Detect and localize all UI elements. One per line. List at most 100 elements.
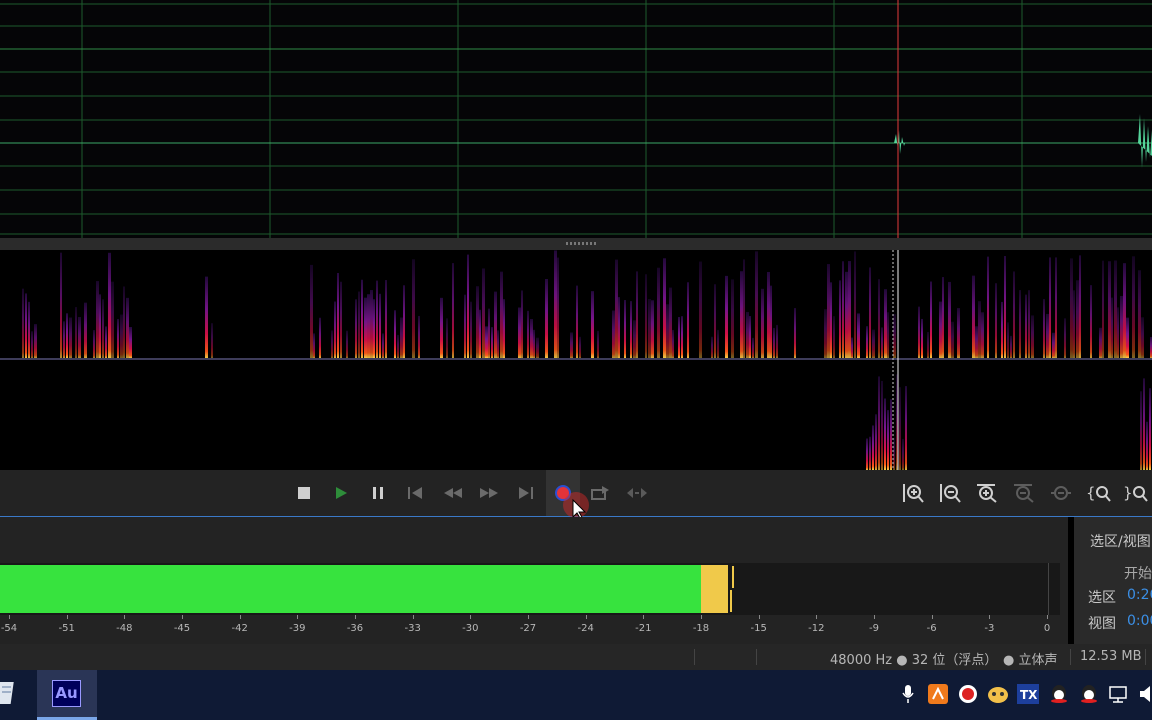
spectral-band — [740, 271, 743, 358]
zoom-selection-end-button[interactable]: } — [1120, 470, 1152, 516]
fast-forward-button[interactable] — [472, 470, 506, 516]
zoom-in-time-button[interactable] — [970, 470, 1004, 516]
spectral-band — [657, 267, 660, 358]
scale-tick-mark — [816, 615, 818, 619]
spectral-band — [397, 334, 399, 358]
view-start-value[interactable]: 0:00 — [1127, 613, 1152, 629]
spectral-band — [500, 271, 503, 358]
selection-start-value[interactable]: 0:26 — [1127, 587, 1152, 603]
status-bar: 48000 Hz ● 32 位（浮点） ● 立体声 12.53 MB — [0, 644, 1152, 670]
spectral-band — [545, 278, 548, 358]
spectral-band — [1079, 255, 1081, 358]
scale-tick-label: -6 — [926, 623, 937, 634]
spectral-band — [394, 310, 396, 358]
flag-app-icon[interactable] — [927, 683, 949, 705]
panel-resize-handle[interactable] — [0, 238, 1152, 250]
spectral-band — [470, 301, 472, 358]
spectral-band — [1120, 295, 1123, 358]
spectral-band — [618, 297, 620, 358]
qq-icon-2[interactable] — [1078, 683, 1100, 705]
rewind-button[interactable] — [436, 470, 470, 516]
column-header-start: 开始 — [1124, 566, 1152, 582]
go-to-start-button[interactable] — [398, 470, 432, 516]
scale-tick-mark — [874, 615, 875, 619]
rewind-icon — [444, 488, 462, 498]
spectral-band — [717, 329, 719, 358]
zoom-in-amplitude-button[interactable] — [896, 470, 930, 516]
spectral-band — [975, 326, 978, 358]
pause-button[interactable] — [361, 470, 395, 516]
mascot-app-icon[interactable] — [987, 683, 1009, 705]
spectral-band — [479, 309, 481, 358]
spectral-band — [533, 329, 535, 358]
spectral-band — [1010, 335, 1012, 358]
scale-tick-mark — [124, 615, 126, 619]
scale-tick-mark — [585, 615, 587, 619]
spectral-band — [69, 317, 72, 358]
play-button[interactable] — [324, 470, 358, 516]
spectral-band — [518, 307, 521, 358]
speaker-icon[interactable] — [1136, 683, 1152, 705]
spectral-band — [672, 329, 674, 358]
qq-icon[interactable] — [1048, 683, 1070, 705]
meter-scale: -54 -51 -48 -45 -42 -39 -36 -33 -30 -27 -24 -21 -18-… — [0, 615, 1068, 637]
ime-app-icon[interactable]: TX — [1017, 683, 1039, 705]
notepad-app-icon[interactable] — [0, 680, 18, 706]
spectral-band — [648, 299, 651, 358]
skip-selection-button[interactable] — [620, 470, 654, 516]
spectral-band — [129, 326, 132, 358]
spectral-band — [678, 316, 680, 358]
spectral-band — [364, 297, 367, 358]
spectral-band — [957, 308, 960, 358]
scale-tick-label: -39 — [289, 623, 306, 634]
spectral-band — [494, 291, 497, 358]
svg-text:}: } — [1123, 484, 1133, 502]
scale-tick-mark — [701, 615, 702, 619]
record-app-icon[interactable] — [957, 683, 979, 705]
spectral-band — [591, 291, 594, 358]
taskbar: Au — [0, 670, 1152, 720]
spectral-band — [1126, 317, 1129, 358]
spectrogram[interactable] — [0, 250, 1152, 470]
spectral-band — [1102, 260, 1104, 358]
spectral-band — [995, 283, 997, 358]
spectral-band — [66, 313, 68, 358]
scale-tick-label: -21 — [635, 623, 652, 634]
spectral-band — [211, 323, 213, 358]
spectral-band — [373, 299, 375, 358]
waveform-display[interactable] — [0, 0, 1152, 238]
spectral-band — [111, 281, 114, 358]
spectral-band — [597, 330, 599, 358]
spectral-band — [681, 316, 683, 358]
spectral-band — [476, 286, 479, 358]
status-divider — [756, 649, 757, 665]
spectral-band — [1143, 378, 1145, 470]
spectral-band — [313, 333, 315, 358]
spectral-display[interactable] — [0, 250, 1152, 470]
spectral-band — [337, 272, 339, 358]
go-to-end-button[interactable] — [509, 470, 543, 516]
scale-tick-mark — [528, 615, 529, 619]
file-size-text: 12.53 MB — [1080, 649, 1142, 664]
scale-tick-mark — [470, 615, 472, 619]
zoom-out-amplitude-button[interactable] — [933, 470, 967, 516]
scale-tick-label: -18 — [692, 623, 710, 634]
microphone-icon[interactable] — [897, 683, 919, 705]
zoom-out-full-button[interactable] — [1044, 470, 1078, 516]
spectral-band — [881, 327, 883, 358]
spectral-band — [746, 311, 749, 358]
stop-button[interactable] — [287, 470, 321, 516]
zoom-selection-start-button[interactable]: { — [1083, 470, 1117, 516]
taskbar-audition-button[interactable]: Au — [37, 670, 97, 720]
waveform-panel[interactable] — [0, 0, 1152, 238]
zoom-out-time-button[interactable] — [1007, 470, 1041, 516]
scale-tick-mark — [239, 615, 241, 619]
network-icon[interactable] — [1108, 683, 1130, 705]
spectral-band — [554, 250, 557, 358]
spectral-band — [773, 327, 775, 358]
spectral-band — [752, 337, 754, 358]
spectral-band — [921, 318, 923, 358]
spectral-band — [120, 314, 123, 358]
spectral-band — [987, 256, 989, 358]
spectral-band — [31, 331, 33, 358]
